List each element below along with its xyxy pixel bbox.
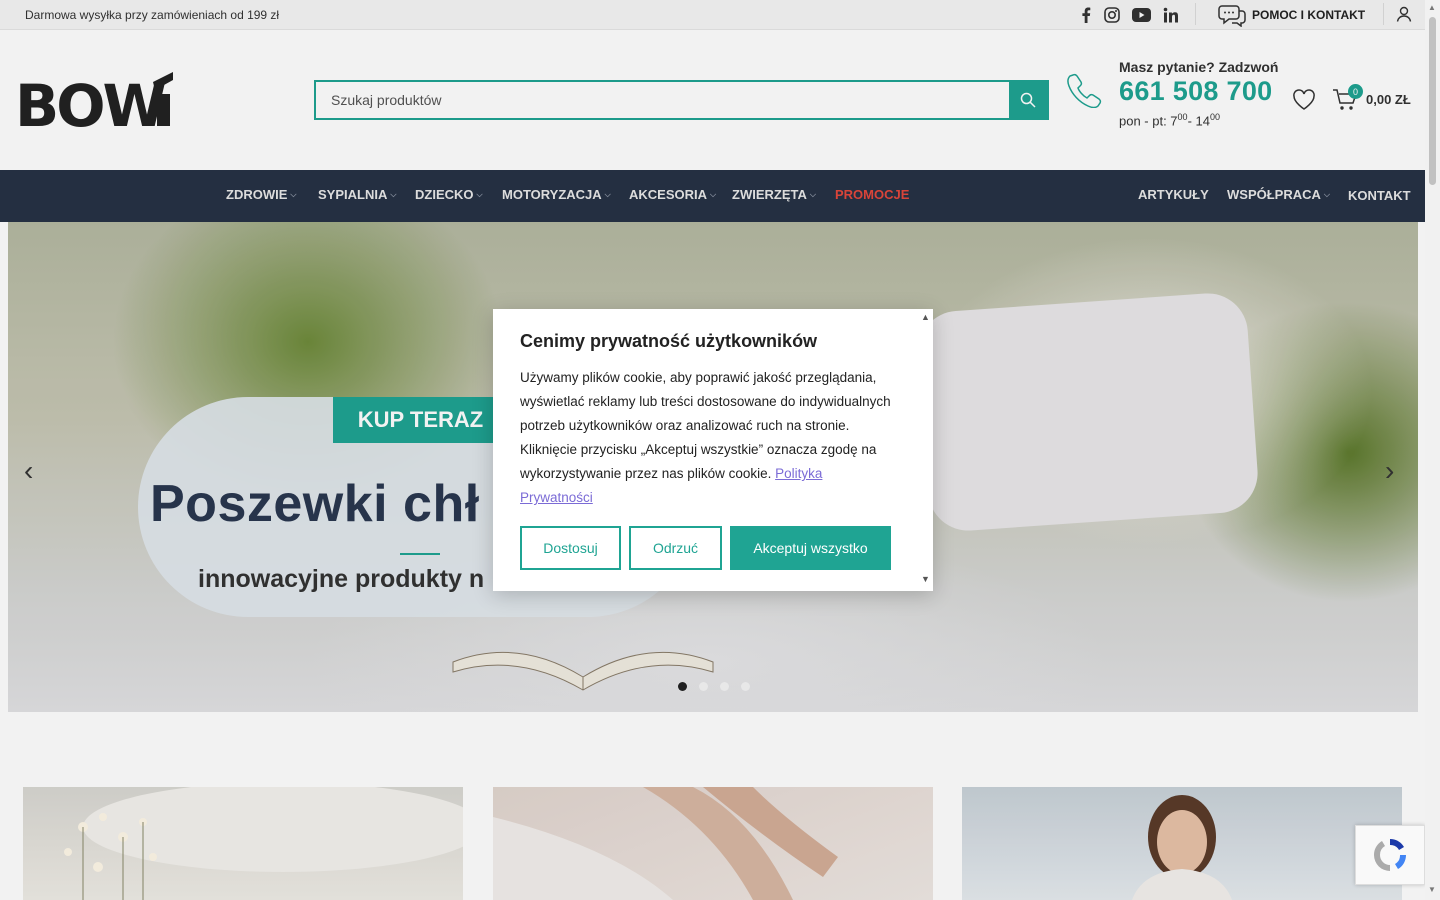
scrollbar-thumb[interactable] — [1429, 17, 1436, 185]
customize-button[interactable]: Dostosuj — [520, 526, 621, 570]
scroll-up-icon[interactable]: ▲ — [1428, 3, 1436, 12]
cookie-dialog-text: Używamy plików cookie, aby poprawić jako… — [520, 370, 891, 505]
recaptcha-badge[interactable] — [1355, 825, 1425, 885]
reject-button[interactable]: Odrzuć — [629, 526, 722, 570]
dialog-scroll-down-icon[interactable]: ▼ — [921, 574, 930, 584]
page-scrollbar[interactable]: ▲ ▼ — [1425, 0, 1440, 900]
cookie-dialog-title: Cenimy prywatność użytkowników — [520, 331, 818, 351]
recaptcha-icon — [1373, 838, 1407, 871]
scroll-down-icon[interactable]: ▼ — [1428, 885, 1436, 894]
cookie-consent-dialog: Cenimy prywatność użytkowników Używamy p… — [493, 309, 933, 591]
accept-all-button[interactable]: Akceptuj wszystko — [730, 526, 891, 570]
dialog-scroll-up-icon[interactable]: ▲ — [921, 312, 930, 322]
